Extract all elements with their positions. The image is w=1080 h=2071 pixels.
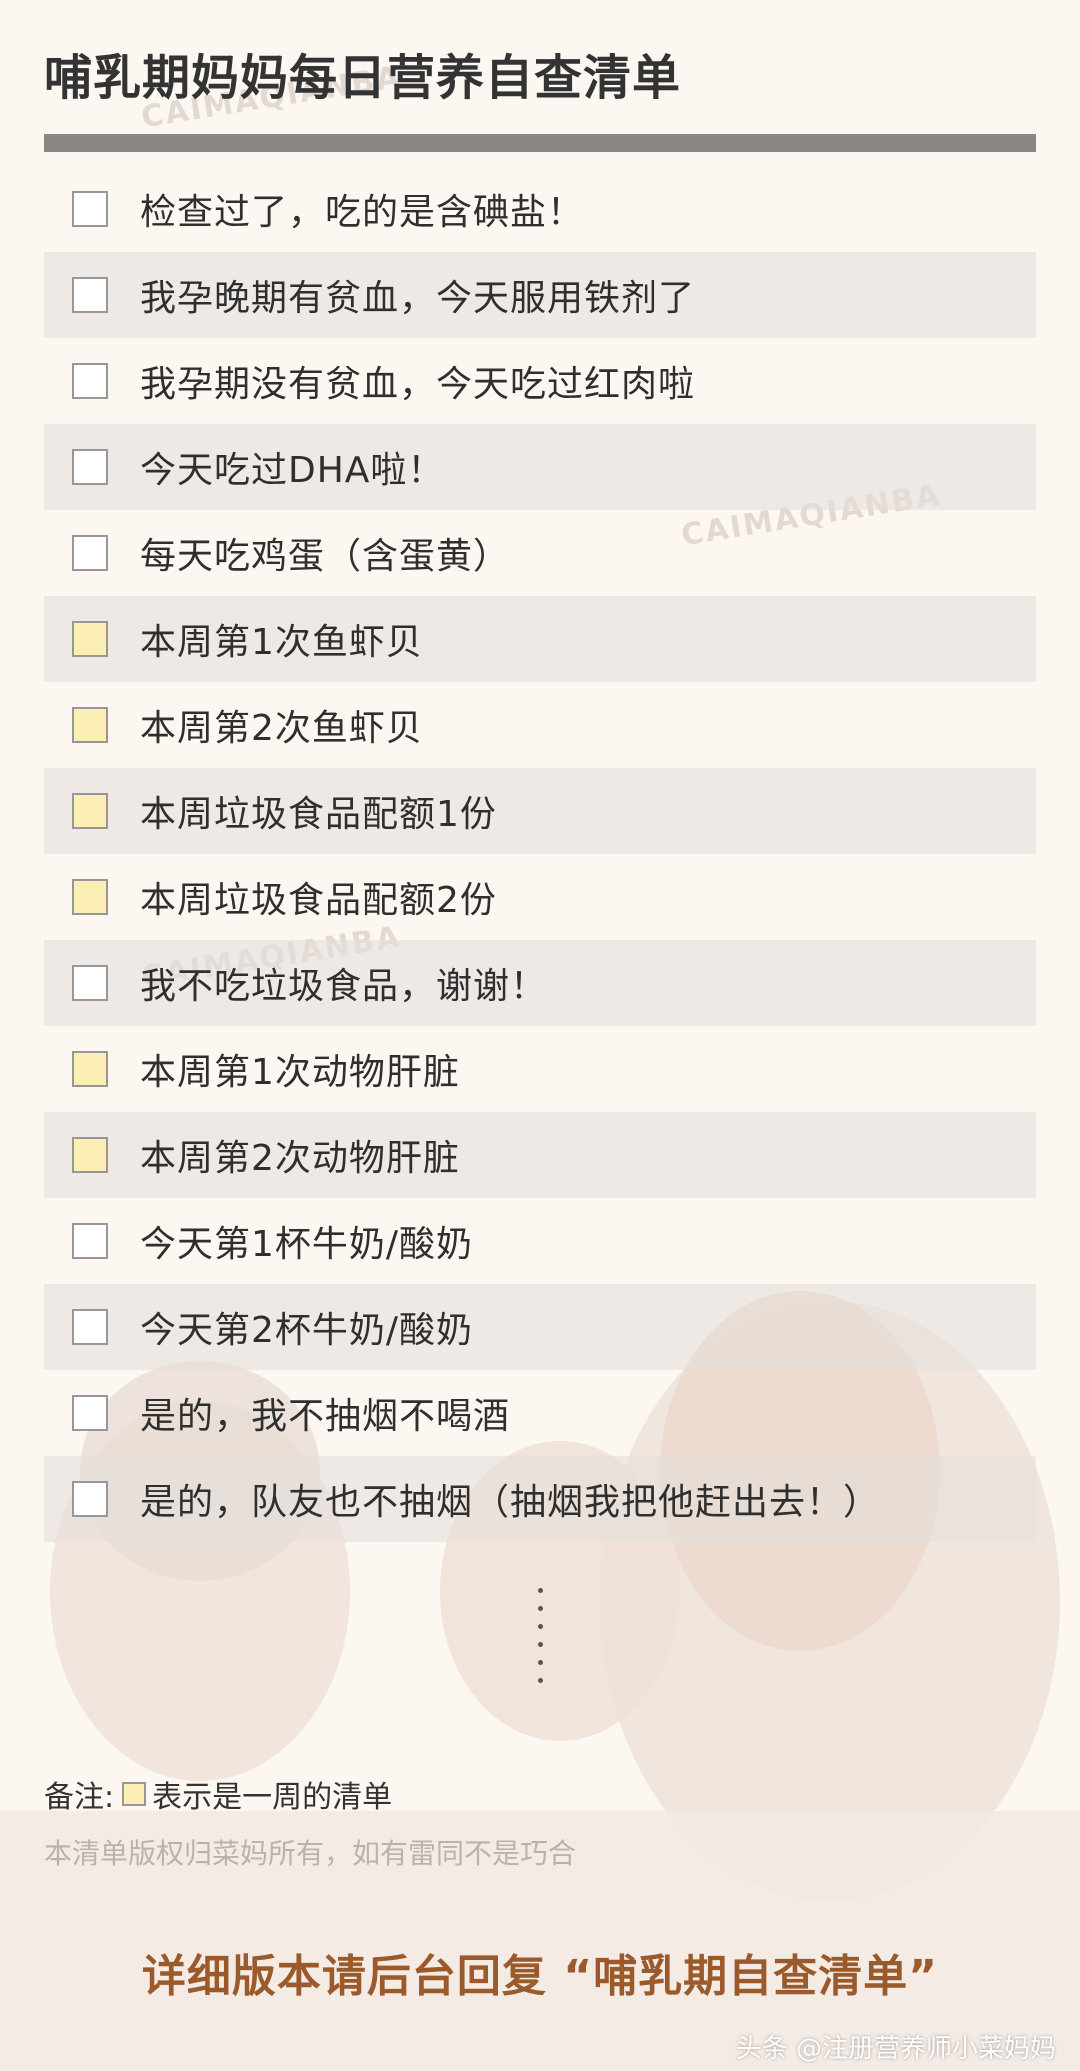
checklist-item[interactable]: 今天第1杯牛奶/酸奶	[44, 1198, 1036, 1284]
checkbox[interactable]	[72, 277, 108, 313]
checklist-item[interactable]: 本周第1次动物肝脏	[44, 1026, 1036, 1112]
checklist-item[interactable]: 本周第2次动物肝脏	[44, 1112, 1036, 1198]
checkbox[interactable]	[72, 1137, 108, 1173]
checkbox[interactable]	[72, 1395, 108, 1431]
checklist-item-label: 是的，队友也不抽烟（抽烟我把他赶出去！）	[140, 1482, 881, 1523]
checklist-item[interactable]: 我不吃垃圾食品，谢谢！	[44, 940, 1036, 1026]
checkbox[interactable]	[72, 879, 108, 915]
checklist-item-label: 本周垃圾食品配额1份	[140, 794, 497, 835]
checklist-item-label: 本周第2次动物肝脏	[140, 1138, 460, 1179]
checkbox[interactable]	[72, 191, 108, 227]
checklist-item[interactable]: 今天吃过DHA啦！	[44, 424, 1036, 510]
checkbox[interactable]	[72, 1481, 108, 1517]
checklist-item-label: 每天吃鸡蛋（含蛋黄）	[140, 536, 511, 577]
page-title: 哺乳期妈妈每日营养自查清单	[44, 50, 682, 106]
cta-text: 详细版本请后台回复 “哺乳期自查清单”	[141, 1951, 939, 2002]
checklist-item-label: 我孕晚期有贫血，今天服用铁剂了	[140, 278, 696, 319]
checklist-item[interactable]: 我孕期没有贫血，今天吃过红肉啦	[44, 338, 1036, 424]
checkbox[interactable]	[72, 535, 108, 571]
checklist-item-label: 本周第1次鱼虾贝	[140, 622, 423, 663]
checklist-item-label: 是的，我不抽烟不喝酒	[140, 1396, 511, 1437]
checklist-item[interactable]: 本周第1次鱼虾贝	[44, 596, 1036, 682]
checklist-item[interactable]: 本周垃圾食品配额2份	[44, 854, 1036, 940]
checkbox[interactable]	[72, 621, 108, 657]
checklist-item-label: 今天吃过DHA啦！	[140, 450, 445, 491]
checklist-item[interactable]: 是的，队友也不抽烟（抽烟我把他赶出去！）	[44, 1456, 1036, 1542]
checklist-item[interactable]: 今天第2杯牛奶/酸奶	[44, 1284, 1036, 1370]
ellipsis-dots	[536, 1588, 544, 1696]
checklist-item-label: 本周垃圾食品配额2份	[140, 880, 497, 921]
checkbox[interactable]	[72, 1309, 108, 1345]
checklist-item-label: 今天第1杯牛奶/酸奶	[140, 1224, 474, 1265]
checkbox[interactable]	[72, 363, 108, 399]
checklist-item[interactable]: 本周第2次鱼虾贝	[44, 682, 1036, 768]
legend-text: 表示是一周的清单	[152, 1780, 393, 1815]
checklist-item[interactable]: 每天吃鸡蛋（含蛋黄）	[44, 510, 1036, 596]
checklist-item-label: 本周第1次动物肝脏	[140, 1052, 460, 1093]
checklist-item[interactable]: 本周垃圾食品配额1份	[44, 768, 1036, 854]
source-credit: 头条 @注册营养师小菜妈妈	[735, 2034, 1056, 2064]
checkbox[interactable]	[72, 1223, 108, 1259]
checklist-item[interactable]: 是的，我不抽烟不喝酒	[44, 1370, 1036, 1456]
checklist-item-label: 我孕期没有贫血，今天吃过红肉啦	[140, 364, 696, 405]
checklist-item-label: 今天第2杯牛奶/酸奶	[140, 1310, 474, 1351]
legend-note: 备注: 表示是一周的清单	[44, 1772, 392, 1816]
checkbox[interactable]	[72, 965, 108, 1001]
checkbox[interactable]	[72, 793, 108, 829]
weekly-swatch-icon	[122, 1782, 147, 1806]
checkbox[interactable]	[72, 449, 108, 485]
checklist-item-label: 本周第2次鱼虾贝	[140, 708, 423, 749]
checklist-item-label: 我不吃垃圾食品，谢谢！	[140, 966, 548, 1007]
checklist-item-label: 检查过了，吃的是含碘盐！	[140, 192, 585, 233]
checklist: 检查过了，吃的是含碘盐！ 我孕晚期有贫血，今天服用铁剂了 我孕期没有贫血，今天吃过红…	[44, 166, 1036, 1542]
checkbox[interactable]	[72, 707, 108, 743]
title-divider	[44, 134, 1036, 152]
legend-prefix: 备注:	[44, 1780, 115, 1815]
copyright-notice: 本清单版权归菜妈所有，如有雷同不是巧合	[44, 1837, 577, 1870]
checklist-item[interactable]: 我孕晚期有贫血，今天服用铁剂了	[44, 252, 1036, 338]
checkbox[interactable]	[72, 1051, 108, 1087]
checklist-item[interactable]: 检查过了，吃的是含碘盐！	[44, 166, 1036, 252]
